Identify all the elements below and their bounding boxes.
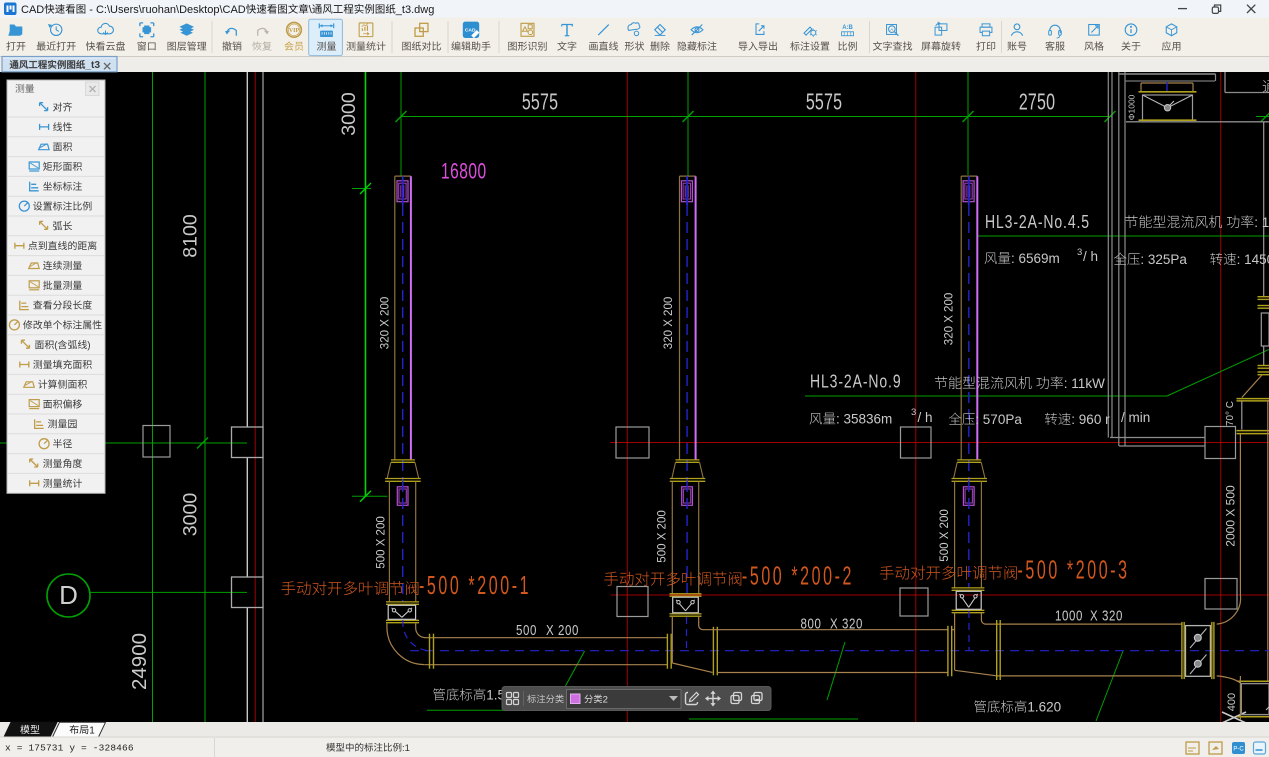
svg-text:500 X 200: 500 X 200 bbox=[939, 509, 951, 561]
svg-text:-500 *200-2: -500 *200-2 bbox=[742, 562, 854, 591]
svg-text:1000: 1000 bbox=[1055, 607, 1083, 624]
svg-text:70° C: 70° C bbox=[1225, 401, 1236, 426]
svg-text:3: 3 bbox=[1077, 247, 1082, 258]
svg-text:320 X 200: 320 X 200 bbox=[379, 297, 391, 349]
svg-text:400: 400 bbox=[1226, 693, 1238, 711]
svg-text:_t3.dwg: _t3.dwg bbox=[395, 4, 435, 16]
svg-text:: 6569m: : 6569m bbox=[1011, 251, 1060, 266]
svg-text:: 1.1: : 1.1 bbox=[1254, 215, 1269, 230]
svg-text:: 35836m: : 35836m bbox=[836, 412, 892, 427]
svg-text:D: D bbox=[59, 580, 78, 610]
svg-text:2750: 2750 bbox=[1019, 90, 1055, 116]
svg-text:1.620: 1.620 bbox=[1027, 700, 1061, 715]
svg-text:16800: 16800 bbox=[441, 160, 487, 184]
svg-text:/ h: / h bbox=[918, 410, 933, 425]
svg-text:- C:\Users\ruohan\Desktop\CAD: - C:\Users\ruohan\Desktop\CAD bbox=[86, 4, 246, 16]
svg-text:-500 *200-3: -500 *200-3 bbox=[1018, 556, 1130, 585]
svg-text:A: A bbox=[890, 27, 893, 32]
svg-text:1: 1 bbox=[89, 725, 95, 736]
svg-text:3000: 3000 bbox=[179, 493, 201, 537]
svg-text:: 960 r: : 960 r bbox=[1071, 412, 1110, 427]
svg-text:2000 X 500: 2000 X 500 bbox=[1224, 485, 1238, 547]
svg-text:Φ1000: Φ1000 bbox=[1126, 94, 1136, 120]
svg-text:8100: 8100 bbox=[179, 214, 201, 258]
svg-text:3000: 3000 bbox=[338, 92, 360, 136]
svg-text:VIP: VIP bbox=[289, 28, 300, 34]
svg-text:500 X 200: 500 X 200 bbox=[656, 510, 668, 562]
svg-text:X 320: X 320 bbox=[830, 615, 863, 632]
svg-text:): ) bbox=[87, 340, 90, 351]
svg-text:: 1450: : 1450 bbox=[1237, 252, 1269, 267]
svg-text:24900: 24900 bbox=[128, 633, 151, 690]
svg-text:: 11kW: : 11kW bbox=[1064, 376, 1105, 391]
svg-text:P-C: P-C bbox=[1233, 747, 1244, 753]
svg-text:: 570Pa: : 570Pa bbox=[975, 412, 1022, 427]
svg-text:HL3-2A-No.9: HL3-2A-No.9 bbox=[810, 372, 902, 392]
svg-text:500: 500 bbox=[516, 622, 537, 639]
svg-text:_t3: _t3 bbox=[84, 60, 100, 71]
svg-text:320 X 200: 320 X 200 bbox=[943, 293, 955, 345]
svg-text:2: 2 bbox=[603, 694, 608, 705]
svg-text:800: 800 bbox=[801, 615, 822, 632]
svg-text::1: :1 bbox=[402, 743, 410, 754]
svg-text:5575: 5575 bbox=[806, 90, 842, 116]
svg-text:/ h: / h bbox=[1083, 249, 1098, 264]
svg-text:3: 3 bbox=[911, 407, 916, 418]
svg-text:5575: 5575 bbox=[522, 90, 558, 116]
svg-text:500 X 200: 500 X 200 bbox=[376, 516, 388, 568]
svg-text:320 X 200: 320 X 200 bbox=[663, 297, 675, 349]
svg-text:CAD: CAD bbox=[21, 4, 44, 16]
svg-text:/ min: / min bbox=[1121, 410, 1150, 425]
svg-text:X 320: X 320 bbox=[1090, 607, 1123, 624]
svg-text:A:B: A:B bbox=[842, 25, 853, 31]
svg-text:-500 *200-1: -500 *200-1 bbox=[419, 571, 531, 600]
svg-text:: 325Pa: : 325Pa bbox=[1140, 252, 1187, 267]
svg-text:X 200: X 200 bbox=[546, 622, 579, 639]
svg-text:HL3-2A-No.4.5: HL3-2A-No.4.5 bbox=[985, 212, 1090, 232]
svg-text:x = 175731 y = -328466: x = 175731 y = -328466 bbox=[5, 743, 134, 754]
